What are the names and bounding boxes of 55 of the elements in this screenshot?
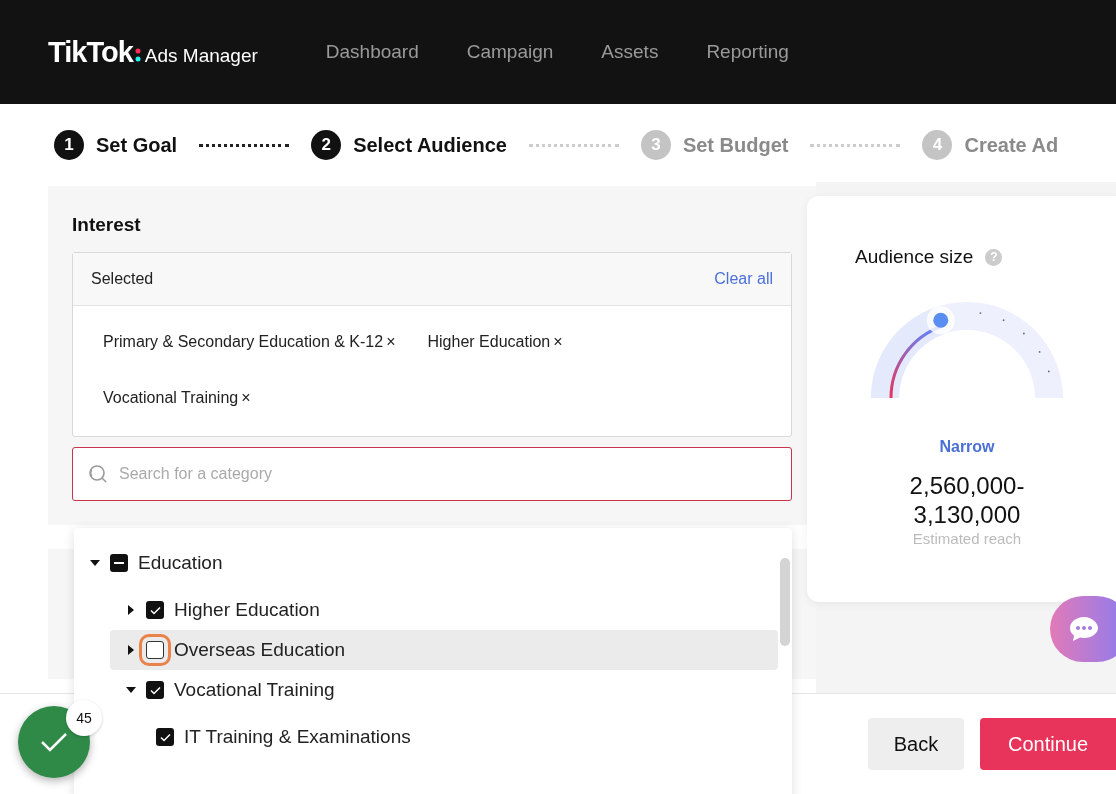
clear-all-link[interactable]: Clear all [714, 270, 773, 288]
section-title: Interest [72, 214, 142, 236]
step-label: Select Audience [353, 133, 507, 157]
tag-label: Primary & Secondary Education & K-12 [103, 333, 384, 350]
step-number: 4 [922, 130, 953, 160]
checkbox[interactable] [110, 554, 128, 572]
checkbox[interactable] [146, 601, 164, 619]
tag-label: Higher Education [427, 333, 551, 350]
chat-icon [1068, 616, 1100, 642]
search-icon [88, 464, 108, 484]
caret-icon[interactable] [126, 645, 136, 655]
nav-link[interactable]: Dashboard [325, 41, 419, 63]
checkbox[interactable] [146, 681, 164, 699]
reach-caption: Estimated reach [912, 529, 1022, 547]
continue-button[interactable]: Continue [980, 718, 1116, 770]
audience-rating: Narrow [939, 438, 995, 456]
scrollbar[interactable] [780, 558, 790, 646]
step-label: Set Budget [682, 133, 789, 157]
back-button[interactable]: Back [868, 718, 964, 770]
nav-link[interactable]: Assets [601, 41, 659, 63]
checkmark-icon [40, 731, 68, 753]
check-icon [149, 685, 161, 695]
remove-icon[interactable]: × [553, 333, 563, 350]
tree-row[interactable]: Vocational Training [110, 670, 778, 710]
tree-item[interactable]: Vocational Training [174, 679, 335, 701]
step-number: 3 [640, 130, 671, 160]
tree-item[interactable]: IT Training & Examinations [184, 726, 411, 748]
dot-icon [134, 48, 141, 62]
tree-item[interactable]: Education [138, 552, 223, 574]
logo: TikTok [48, 35, 133, 69]
caret-icon[interactable] [126, 685, 136, 695]
nav-link[interactable]: Reporting [706, 41, 789, 63]
tag-label: Vocational Training [103, 389, 239, 406]
reach-range: 2,560,000- 3,130,000 [909, 472, 1025, 530]
tree-row[interactable]: Higher Education [110, 590, 778, 630]
tree-item[interactable]: Overseas Education [174, 639, 346, 661]
checkbox[interactable] [156, 728, 174, 746]
nav-link[interactable]: Campaign [466, 41, 554, 63]
check-icon [149, 605, 161, 615]
remove-icon[interactable]: × [386, 333, 396, 350]
step-label: Set Goal [96, 133, 178, 157]
step-number: 1 [54, 130, 84, 160]
tree-item[interactable]: Higher Education [174, 599, 320, 621]
product-name: Ads Manager [144, 45, 258, 67]
step-label: Create Ad [964, 133, 1059, 157]
check-icon [159, 732, 171, 742]
remove-icon[interactable]: × [241, 389, 251, 406]
card-title: Audience size [855, 246, 974, 268]
minus-icon [114, 562, 124, 564]
caret-icon[interactable] [126, 605, 136, 615]
step-number: 2 [311, 130, 342, 160]
selected-label: Selected [91, 270, 154, 288]
search-field[interactable]: Search for a category [72, 447, 792, 501]
tree-row[interactable]: Overseas Education [110, 630, 778, 670]
caret-icon[interactable] [90, 558, 100, 568]
